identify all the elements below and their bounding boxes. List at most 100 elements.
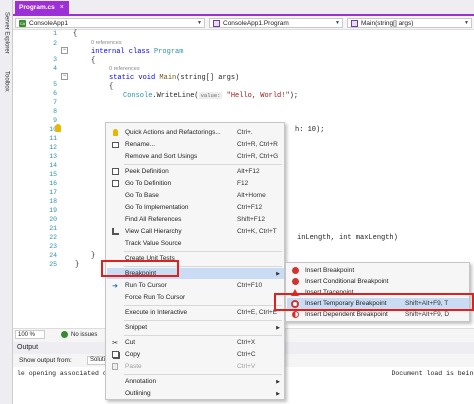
submenu-item-insert-dependent-breakpoint[interactable]: Insert Dependent Breakpoint Shift+Alt+F9…: [287, 309, 469, 320]
member-dropdown[interactable]: Main(string[] args) ▼: [347, 18, 472, 28]
menu-item-go-to-implementation[interactable]: Go To Implementation Ctrl+F12: [107, 202, 284, 213]
menu-separator: [124, 251, 282, 252]
chevron-down-icon: ▼: [464, 20, 469, 26]
menu-item-create-unit-tests[interactable]: Create Unit Tests: [107, 253, 284, 264]
menu-separator: [124, 320, 282, 321]
menu-item-go-to-base[interactable]: Go To Base Alt+Home: [107, 190, 284, 201]
menu-separator: [124, 164, 282, 165]
run-to-cursor-icon: ➜: [112, 282, 118, 290]
line-number: 18: [49, 198, 57, 205]
line-number: 1: [53, 30, 57, 37]
menu-item-remove-sort-usings[interactable]: Remove and Sort Usings Ctrl+R, Ctrl+G: [107, 151, 284, 162]
line-number: 3: [53, 56, 57, 63]
menu-separator: [124, 374, 282, 375]
line-number: 11: [49, 135, 57, 142]
server-explorer-tab[interactable]: Server Explorer: [1, 4, 12, 62]
menu-item-quick-actions[interactable]: Quick Actions and Refactorings... Ctrl+.: [107, 127, 284, 138]
dependent-breakpoint-icon: [290, 310, 300, 320]
lightbulb-icon: [110, 128, 120, 138]
tab-title: Program.cs: [19, 4, 55, 11]
side-tool-strip: Server Explorer Toolbox: [0, 0, 13, 404]
navigation-bar: C# ConsoleApp1 ▼ ConsoleApp1.Program ▼ M…: [13, 16, 474, 30]
chevron-down-icon: ▼: [197, 20, 202, 26]
code-line-3: internal class Program: [91, 48, 184, 56]
menu-item-find-all-references[interactable]: Find All References Shift+F12: [107, 214, 284, 225]
submenu-item-insert-conditional-breakpoint[interactable]: Insert Conditional Breakpoint: [287, 276, 469, 287]
class-icon: [213, 19, 220, 27]
submenu-arrow-icon: ▶: [276, 378, 280, 385]
menu-item-go-to-definition[interactable]: Go To Definition F12: [107, 178, 284, 189]
issues-indicator[interactable]: No issues: [61, 331, 97, 338]
document-tab-bar: Program.cs ×: [13, 0, 474, 14]
line-number: 17: [49, 189, 57, 196]
menu-item-force-run-to-cursor[interactable]: Force Run To Cursor: [107, 292, 284, 303]
lightbulb-icon[interactable]: [55, 124, 61, 132]
submenu-arrow-icon: ▶: [276, 390, 280, 397]
line-number: 8: [53, 108, 57, 115]
menu-item-paste[interactable]: Paste Ctrl+V: [107, 361, 284, 372]
show-output-label: Show output from:: [19, 357, 72, 364]
method-icon: [351, 19, 358, 27]
menu-item-track-value-source[interactable]: Track Value Source: [107, 238, 284, 249]
collapse-method-icon[interactable]: −: [61, 73, 68, 80]
menu-item-snippet[interactable]: Snippet ▶: [107, 322, 284, 333]
line-number: 13: [49, 153, 57, 160]
menu-item-peek-definition[interactable]: Peek Definition Alt+F12: [107, 166, 284, 177]
code-line-25: }: [75, 261, 80, 269]
close-icon[interactable]: ×: [60, 4, 64, 11]
breakpoint-submenu: Insert Breakpoint Insert Conditional Bre…: [285, 262, 470, 322]
menu-item-breakpoint[interactable]: Breakpoint ▶: [107, 268, 284, 279]
line-number: 6: [53, 90, 57, 97]
code-line-11-tail: h: 10);: [295, 126, 325, 134]
line-number: 19: [49, 207, 57, 214]
line-number: 12: [49, 144, 57, 151]
class-dropdown-label: ConsoleApp1.Program: [223, 19, 289, 27]
line-number: 22: [49, 234, 57, 241]
cut-icon: ✂: [112, 339, 118, 347]
code-line-5: static void Main(string[] args): [109, 74, 240, 82]
code-line-4: {: [91, 57, 96, 65]
code-line-7: Console.WriteLine(value: "Hello, World!"…: [123, 92, 299, 100]
temporary-breakpoint-icon: [290, 299, 300, 309]
line-number-gutter: 1 2 3 4 5 6 7 8 9 10 11 12 13 14 15 16 1…: [13, 30, 65, 328]
toolbox-tab[interactable]: Toolbox: [1, 66, 12, 96]
codelens-references[interactable]: 0 references: [109, 66, 140, 72]
submenu-item-insert-tracepoint[interactable]: Insert Tracepoint: [287, 287, 469, 298]
zoom-dropdown[interactable]: 100 %: [15, 330, 45, 339]
breakpoint-icon: [290, 266, 300, 276]
menu-item-run-to-cursor[interactable]: ➜ Run To Cursor Ctrl+F10: [107, 280, 284, 291]
menu-item-annotation[interactable]: Annotation ▶: [107, 376, 284, 387]
line-number: 10: [49, 126, 57, 133]
call-hierarchy-icon: [110, 227, 120, 237]
line-number: 5: [53, 81, 57, 88]
class-dropdown[interactable]: ConsoleApp1.Program ▼: [209, 18, 343, 28]
line-number: 20: [49, 216, 57, 223]
submenu-item-insert-breakpoint[interactable]: Insert Breakpoint: [287, 265, 469, 276]
paste-icon: [110, 362, 120, 372]
menu-item-execute-interactive[interactable]: Execute in Interactive Ctrl+E, Ctrl+E: [107, 307, 284, 318]
codelens-references[interactable]: 0 references: [91, 40, 122, 46]
submenu-arrow-icon: ▶: [276, 324, 280, 331]
tab-program-cs[interactable]: Program.cs ×: [15, 1, 69, 14]
line-number: 7: [53, 99, 57, 106]
line-number: 4: [53, 65, 57, 72]
parameter-hint: value:: [198, 92, 223, 99]
menu-item-cut[interactable]: ✂ Cut Ctrl+X: [107, 337, 284, 348]
project-dropdown[interactable]: C# ConsoleApp1 ▼: [15, 18, 205, 28]
menu-item-outlining[interactable]: Outlining ▶: [107, 388, 284, 399]
menu-item-rename[interactable]: Rename... Ctrl+R, Ctrl+R: [107, 139, 284, 150]
menu-item-view-call-hierarchy[interactable]: View Call Hierarchy Ctrl+K, Ctrl+T: [107, 226, 284, 237]
csharp-project-icon: C#: [19, 19, 26, 27]
submenu-item-insert-temporary-breakpoint[interactable]: Insert Temporary Breakpoint Shift+Alt+F9…: [287, 298, 469, 309]
menu-separator: [124, 305, 282, 306]
line-number: 16: [49, 180, 57, 187]
code-line-24: }: [91, 252, 96, 260]
line-number: 25: [49, 261, 57, 268]
collapse-class-icon[interactable]: −: [61, 47, 68, 54]
menu-item-copy[interactable]: Copy Ctrl+C: [107, 349, 284, 360]
issues-label: No issues: [71, 331, 98, 338]
line-number: 2: [53, 40, 57, 47]
goto-definition-icon: [110, 179, 120, 189]
code-line-6: {: [109, 83, 114, 91]
project-dropdown-label: ConsoleApp1: [29, 19, 69, 27]
